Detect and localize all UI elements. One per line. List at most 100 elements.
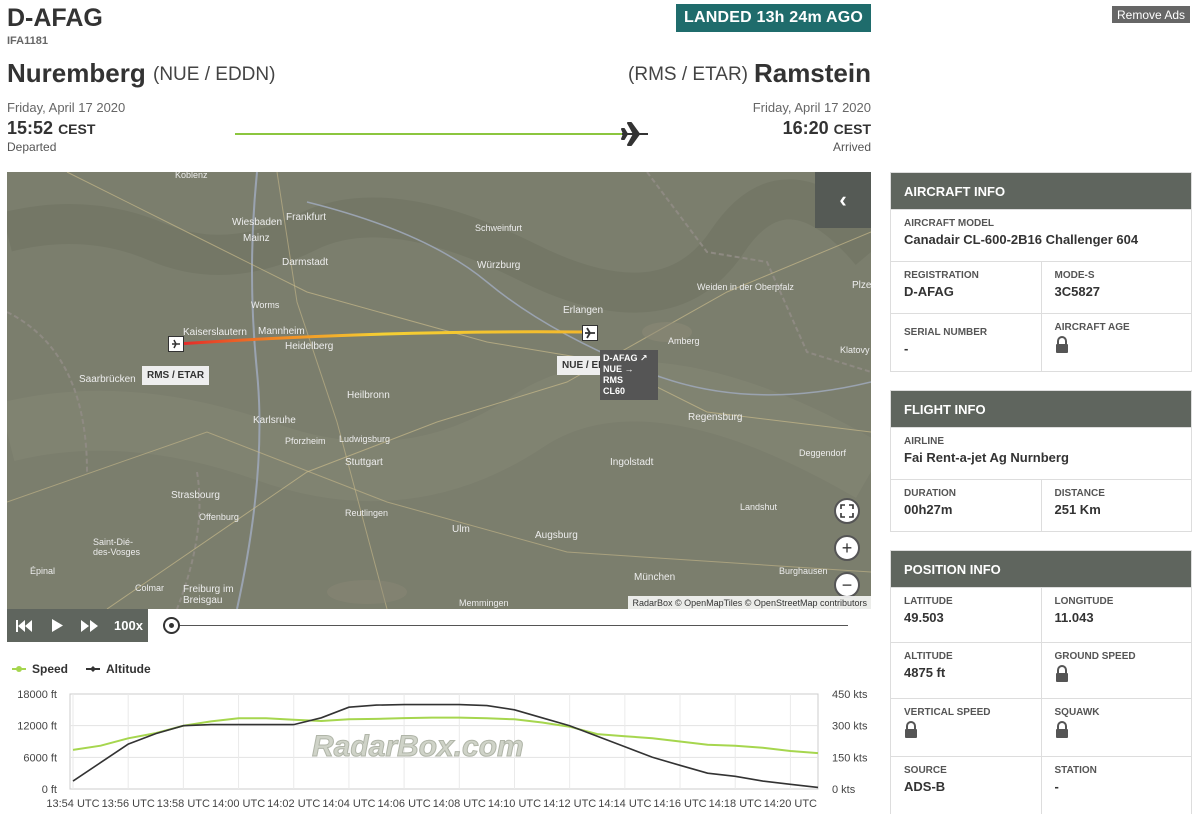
city-label: Saint-Dié-des-Vosges xyxy=(93,537,141,557)
origin-codes: (NUE / EDDN) xyxy=(153,64,276,85)
city-label: Karlsruhe xyxy=(253,415,296,426)
city-label: Darmstadt xyxy=(282,257,329,268)
rewind-button[interactable] xyxy=(7,609,40,642)
arrival-date: Friday, April 17 2020 xyxy=(752,100,871,115)
city-label: Augsburg xyxy=(535,530,578,541)
city-label: Deggendorf xyxy=(799,448,847,458)
zoom-out-button[interactable]: − xyxy=(834,572,860,598)
city-label: Klatovy xyxy=(840,345,870,355)
altitude-label: ALTITUDE xyxy=(904,651,953,662)
airplane-icon xyxy=(172,339,180,349)
x-tick-label: 14:12 UTC xyxy=(543,798,596,810)
arrival-time: 16:20 CEST xyxy=(783,118,871,139)
playback-track[interactable] xyxy=(174,625,848,626)
altitude-value: 4875 ft xyxy=(904,665,946,680)
aircraft-label-callsign: D-AFAG ↗ xyxy=(603,353,648,363)
minus-icon: − xyxy=(841,574,853,595)
remove-ads-button[interactable]: Remove Ads xyxy=(1112,6,1191,23)
city-label: Pforzheim xyxy=(285,436,326,446)
x-tick-label: 14:16 UTC xyxy=(653,798,706,810)
destination-airport-label[interactable]: RMS / ETAR xyxy=(142,366,210,385)
skip-back-icon xyxy=(15,619,32,632)
destination-airport-marker[interactable] xyxy=(168,336,184,352)
y-left-tick-label: 0 ft xyxy=(42,784,57,796)
latitude-label: LATITUDE xyxy=(904,596,953,607)
callsign-title: D-AFAG xyxy=(7,4,103,32)
arrival-status: Arrived xyxy=(832,140,871,154)
fast-forward-button[interactable] xyxy=(73,609,106,642)
city-label: Ingolstadt xyxy=(610,457,654,468)
airplane-icon xyxy=(621,122,648,146)
airplane-icon xyxy=(585,327,595,339)
city-label: Offenburg xyxy=(199,512,239,522)
lock-icon[interactable] xyxy=(1055,721,1069,739)
city-label: Erlangen xyxy=(563,305,604,316)
station-label: STATION xyxy=(1054,765,1097,776)
registration-label: REGISTRATION xyxy=(904,270,979,281)
flight-number: IFA1181 xyxy=(7,35,48,47)
city-label: Strasbourg xyxy=(171,490,220,501)
x-tick-label: 13:56 UTC xyxy=(102,798,155,810)
ground-speed-label: GROUND SPEED xyxy=(1054,651,1136,662)
longitude-label: LONGITUDE xyxy=(1054,596,1114,607)
aircraft-age-label: AIRCRAFT AGE xyxy=(1054,322,1130,333)
city-label: Épinal xyxy=(30,566,56,576)
aircraft-info-panel: AIRCRAFT INFO AIRCRAFT MODEL Canadair CL… xyxy=(890,172,1192,372)
fullscreen-button[interactable] xyxy=(834,498,860,524)
aircraft-model-label: AIRCRAFT MODEL xyxy=(904,218,994,229)
city-label: Memmingen xyxy=(459,598,509,608)
flight-info-panel: FLIGHT INFO AIRLINE Fai Rent-a-jet Ag Nu… xyxy=(890,390,1192,532)
collapse-panel-button[interactable]: ‹ xyxy=(815,172,871,228)
registration-value: D-AFAG xyxy=(904,284,954,299)
city-label: Frankfurt xyxy=(286,212,327,223)
city-label: Burghausen xyxy=(779,566,828,576)
map-attribution[interactable]: RadarBox © OpenMapTiles © OpenStreetMap … xyxy=(628,596,871,609)
aircraft-info-title: AIRCRAFT INFO xyxy=(891,173,1191,209)
x-tick-label: 14:20 UTC xyxy=(764,798,817,810)
lock-icon[interactable] xyxy=(1055,665,1069,683)
city-label: Plzeň xyxy=(852,280,871,291)
duration-label: DURATION xyxy=(904,488,957,499)
y-right-tick-label: 0 kts xyxy=(832,784,856,796)
city-label: Weiden in der Oberpfalz xyxy=(697,282,794,292)
source-label: SOURCE xyxy=(904,765,947,776)
city-label: München xyxy=(634,572,676,583)
city-label: Regensburg xyxy=(688,412,743,423)
flight-profile-chart: Speed Altitude RadarBox.com 0 ft 0 kts 600… xyxy=(7,652,871,814)
destination-codes: (RMS / ETAR) xyxy=(628,64,748,85)
playback-bar: 100x xyxy=(7,609,871,642)
city-label: Heilbronn xyxy=(347,390,390,401)
lock-icon[interactable] xyxy=(904,721,918,739)
playback-speed[interactable]: 100x xyxy=(106,618,143,633)
flight-map[interactable]: Koblenz Frankfurt Wiesbaden Mainz Darmst… xyxy=(7,172,871,609)
city-label: Stuttgart xyxy=(345,457,383,468)
fullscreen-icon xyxy=(840,504,854,518)
city-label: Colmar xyxy=(135,583,165,593)
city-label: Ludwigsburg xyxy=(339,434,391,444)
position-info-title: POSITION INFO xyxy=(891,551,1191,587)
x-tick-label: 14:08 UTC xyxy=(433,798,486,810)
aircraft-label[interactable]: D-AFAG ↗ NUE → RMS CL60 xyxy=(600,350,658,400)
aircraft-marker[interactable] xyxy=(582,325,598,341)
city-label: Worms xyxy=(251,300,280,310)
arrival-time-value: 16:20 xyxy=(782,118,829,138)
play-icon xyxy=(51,619,63,632)
zoom-in-button[interactable]: + xyxy=(834,535,860,561)
arrival-timezone: CEST xyxy=(833,121,871,137)
airline-label: AIRLINE xyxy=(904,436,944,447)
play-button[interactable] xyxy=(40,609,73,642)
aircraft-label-type: CL60 xyxy=(603,386,626,396)
playback-controls: 100x xyxy=(7,609,148,642)
city-label: Mannheim xyxy=(258,326,305,337)
lock-icon[interactable] xyxy=(1055,336,1069,354)
plus-icon: + xyxy=(841,537,853,558)
latitude-value: 49.503 xyxy=(904,610,944,625)
city-label: Amberg xyxy=(668,336,700,346)
y-right-tick-label: 450 kts xyxy=(832,689,868,701)
vertical-speed-label: VERTICAL SPEED xyxy=(904,707,991,718)
playback-slider-handle[interactable] xyxy=(163,617,180,634)
origin-city: Nuremberg xyxy=(7,58,146,88)
city-label: Ulm xyxy=(452,524,470,535)
y-left-tick-label: 6000 ft xyxy=(23,752,57,764)
destination-city: Ramstein xyxy=(753,58,871,88)
